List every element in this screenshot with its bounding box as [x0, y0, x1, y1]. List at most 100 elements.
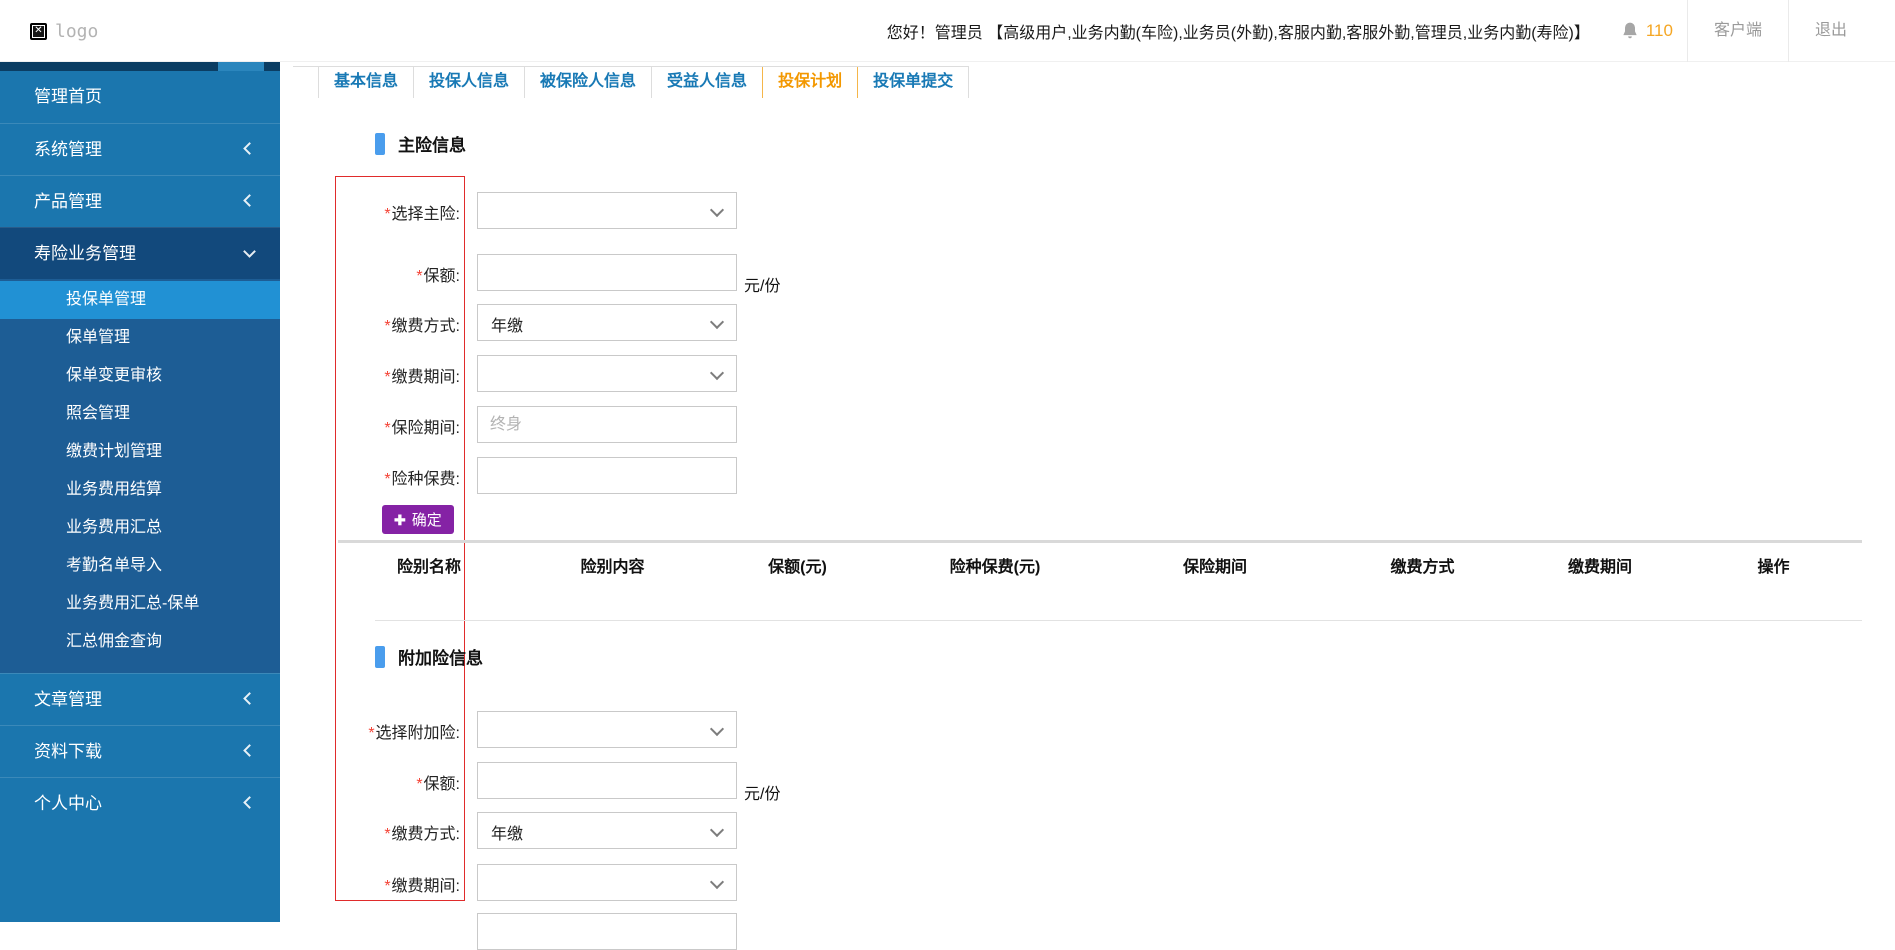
field-label: 选择附加险:: [375, 725, 460, 742]
confirm-button-label: 确定: [411, 512, 442, 529]
required-asterisk: *: [384, 471, 391, 488]
field-label: 险种保费:: [391, 471, 460, 488]
notification-count: 110: [1645, 21, 1673, 40]
sidebar-subitem-label: 考勤名单导入: [66, 557, 163, 574]
page: ✕ logo 您好！管理员 【高级用户,业务内勤(车险),业务员(外勤),客服内…: [0, 0, 1895, 950]
sidebar-subitem-policy-mgmt[interactable]: 保单管理: [0, 319, 280, 357]
select-additional-insurance-dropdown[interactable]: [477, 711, 737, 748]
section-divider: [375, 620, 1862, 621]
required-asterisk: *: [384, 826, 391, 843]
tab-beneficiary-info[interactable]: 受益人信息: [651, 67, 762, 98]
col-header-risk-name: 险别名称: [396, 559, 461, 576]
additional-pay-period-dropdown[interactable]: [477, 864, 737, 901]
tab-insurance-plan[interactable]: 投保计划: [762, 67, 859, 98]
sidebar-subitem-business-fee-summary[interactable]: 业务费用汇总: [0, 509, 280, 547]
select-main-insurance-dropdown[interactable]: [477, 192, 737, 229]
main-pay-method-dropdown[interactable]: 年缴: [477, 304, 737, 341]
client-link[interactable]: 客户端: [1688, 0, 1788, 62]
logout-link[interactable]: 退出: [1789, 0, 1873, 62]
form-tab-bar: 基本信息 投保人信息 被保险人信息 受益人信息 投保计划 投保单提交: [293, 66, 970, 98]
main-amount-input[interactable]: [477, 254, 737, 291]
sidebar-item-product-mgmt[interactable]: 产品管理: [0, 175, 280, 227]
tab-insured-info[interactable]: 被保险人信息: [524, 67, 651, 98]
sidebar-item-system-mgmt[interactable]: 系统管理: [0, 123, 280, 175]
select-additional-insurance-label: *选择附加险:: [338, 719, 460, 743]
col-header-risk-content: 险别内容: [580, 559, 645, 576]
sidebar-item-label: 资料下载: [34, 742, 102, 761]
section-title: 附加险信息: [398, 649, 483, 668]
sidebar-subitem-label: 保单管理: [66, 329, 131, 346]
sidebar-item-label: 产品管理: [34, 192, 102, 211]
logo-text: logo: [55, 20, 99, 42]
additional-amount-input[interactable]: [477, 762, 737, 799]
tab-submit-application[interactable]: 投保单提交: [858, 67, 970, 98]
main-insure-period-label: *保险期间:: [338, 414, 460, 438]
tab-applicant-info[interactable]: 投保人信息: [413, 67, 524, 98]
col-header-premium: 险种保费(元): [949, 559, 1041, 576]
tab-basic-info[interactable]: 基本信息: [318, 67, 413, 98]
logo[interactable]: ✕ logo: [30, 0, 98, 62]
sidebar-item-data-download[interactable]: 资料下载: [0, 725, 280, 777]
required-asterisk: *: [416, 268, 423, 285]
main-premium-label: *险种保费:: [338, 465, 460, 489]
insurance-table-header: 险别名称 险别内容 保额(元) 险种保费(元) 保险期间 缴费方式 缴费期间 操…: [338, 549, 1862, 587]
sidebar-subitem-policy-application-mgmt[interactable]: 投保单管理: [0, 281, 280, 319]
confirm-button[interactable]: ✚ 确定: [382, 505, 454, 534]
main-amount-unit: 元/份: [744, 278, 781, 295]
dropdown-selected-value: 年缴: [491, 318, 524, 335]
sidebar-subitem-label: 保单变更审核: [66, 367, 163, 384]
sidebar-subitem-label: 业务费用汇总-保单: [66, 595, 200, 612]
main-premium-input[interactable]: [477, 457, 737, 494]
required-asterisk: *: [384, 420, 391, 437]
main-pay-period-dropdown[interactable]: [477, 355, 737, 392]
sidebar-subitem-attendance-import[interactable]: 考勤名单导入: [0, 547, 280, 585]
additional-pay-method-dropdown[interactable]: 年缴: [477, 812, 737, 849]
col-header-actions: 操作: [1757, 559, 1790, 576]
sidebar-subitem-business-fee-summary-policy[interactable]: 业务费用汇总-保单: [0, 585, 280, 623]
chevron-down-icon: [709, 721, 725, 737]
chevron-down-icon: [709, 314, 725, 330]
header-right: 您好！管理员 【高级用户,业务内勤(车险),业务员(外勤),客服内勤,客服外勤,…: [887, 0, 1873, 62]
main-pay-method-label: *缴费方式:: [338, 312, 460, 336]
chevron-left-icon: [243, 193, 256, 207]
sidebar-subitem-note-mgmt[interactable]: 照会管理: [0, 395, 280, 433]
chevron-down-icon: [709, 822, 725, 838]
main-insure-period-input[interactable]: [477, 406, 737, 443]
field-label: 选择主险:: [391, 206, 460, 223]
sidebar-subitem-commission-summary-query[interactable]: 汇总佣金查询: [0, 623, 280, 661]
section-title: 主险信息: [398, 136, 466, 155]
sidebar-subitem-business-fee-settlement[interactable]: 业务费用结算: [0, 471, 280, 509]
additional-pay-method-label: *缴费方式:: [338, 820, 460, 844]
required-asterisk: *: [384, 878, 391, 895]
sidebar-subitem-policy-change-review[interactable]: 保单变更审核: [0, 357, 280, 395]
sidebar-subitem-label: 照会管理: [66, 405, 131, 422]
field-label: 保额:: [423, 268, 460, 285]
sidebar-item-label: 寿险业务管理: [34, 244, 136, 263]
section-accent-bar-icon: [375, 132, 385, 155]
sidebar-top-strip: [0, 62, 280, 71]
user-greeting: 您好！管理员 【高级用户,业务内勤(车险),业务员(外勤),客服内勤,客服外勤,…: [886, 25, 1590, 42]
sidebar-subitem-label: 业务费用结算: [66, 481, 163, 498]
sidebar-nav: 管理首页 系统管理 产品管理 寿险业务管理 投保单管理 保单管理 保单变更审核 …: [0, 62, 280, 922]
sidebar-item-life-insurance-mgmt[interactable]: 寿险业务管理: [0, 227, 280, 279]
required-asterisk: *: [384, 369, 391, 386]
bell-icon: [1623, 22, 1637, 39]
sidebar-item-label: 文章管理: [34, 690, 102, 709]
sidebar-submenu: 投保单管理 保单管理 保单变更审核 照会管理 缴费计划管理 业务费用结算 业务费…: [0, 279, 280, 673]
notification-area[interactable]: 110: [1606, 21, 1687, 41]
sidebar-top-strip-segment: [218, 62, 264, 71]
sidebar-item-label: 管理首页: [34, 87, 102, 106]
sidebar-item-personal-center[interactable]: 个人中心: [0, 777, 280, 829]
sidebar-item-label: 个人中心: [34, 794, 102, 813]
sidebar-subitem-payment-plan-mgmt[interactable]: 缴费计划管理: [0, 433, 280, 471]
main-amount-label: *保额:: [338, 262, 460, 286]
field-label: 保险期间:: [391, 420, 460, 437]
additional-next-input-partial[interactable]: [477, 913, 737, 950]
additional-pay-period-label: *缴费期间:: [338, 872, 460, 896]
section-accent-bar-icon: [375, 645, 385, 668]
sidebar-item-admin-home[interactable]: 管理首页: [0, 71, 280, 123]
chevron-down-icon: [709, 874, 725, 890]
dropdown-selected-value: 年缴: [491, 826, 524, 843]
sidebar-item-article-mgmt[interactable]: 文章管理: [0, 673, 280, 725]
required-asterisk: *: [384, 318, 391, 335]
